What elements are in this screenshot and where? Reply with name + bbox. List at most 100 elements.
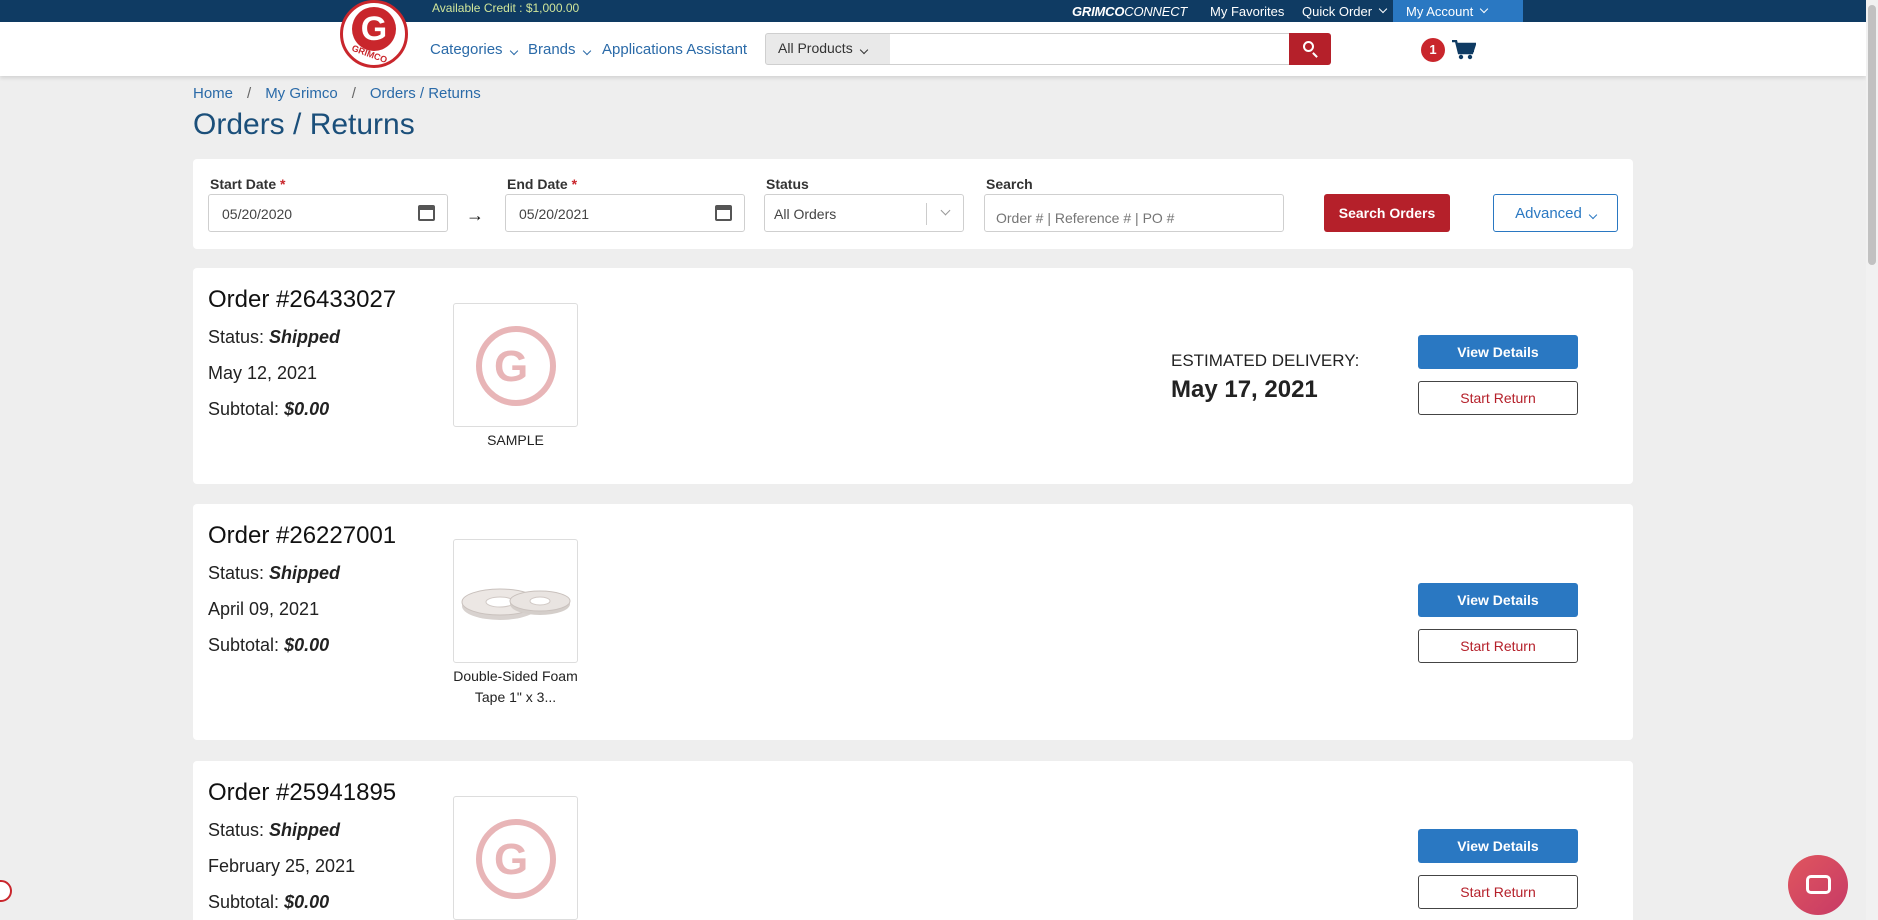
- my-favorites-link[interactable]: My Favorites: [1210, 0, 1284, 22]
- grimco-placeholder-logo: G: [476, 326, 556, 406]
- order-status: Status: Shipped: [208, 327, 340, 348]
- brands-label: Brands: [528, 41, 576, 58]
- chevron-down-icon: [1588, 210, 1598, 219]
- breadcrumb-separator: /: [351, 85, 356, 102]
- subtotal-value: $0.00: [284, 399, 330, 419]
- breadcrumb: Home / My Grimco / Orders / Returns: [193, 85, 481, 102]
- select-divider: [926, 203, 927, 225]
- product-thumbnail[interactable]: G: [453, 303, 578, 427]
- end-date-input[interactable]: 05/20/2021: [505, 194, 745, 232]
- my-account-menu[interactable]: My Account: [1393, 0, 1523, 22]
- chevron-down-icon: [509, 46, 518, 56]
- order-card: Order #25941895 Status: Shipped February…: [193, 761, 1633, 920]
- scrollbar-thumb[interactable]: [1868, 5, 1876, 265]
- order-number[interactable]: Order #26227001: [208, 522, 396, 550]
- product-category-select[interactable]: All Products: [765, 33, 891, 65]
- view-details-button[interactable]: View Details: [1418, 829, 1578, 863]
- start-date-label-text: Start Date: [210, 176, 277, 192]
- subtotal-prefix: Subtotal:: [208, 892, 285, 912]
- calendar-icon[interactable]: [418, 205, 435, 221]
- breadcrumb-separator: /: [247, 85, 252, 102]
- advanced-label: Advanced: [1515, 204, 1582, 222]
- breadcrumb-my-grimco[interactable]: My Grimco: [265, 85, 338, 102]
- brands-menu[interactable]: Brands: [528, 41, 591, 58]
- required-marker: *: [571, 176, 578, 192]
- categories-label: Categories: [430, 41, 503, 58]
- page-title: Orders / Returns: [193, 108, 415, 141]
- logo-letter: G: [494, 835, 529, 884]
- order-date: April 09, 2021: [208, 599, 320, 619]
- order-filter-panel: Start Date * 05/20/2020 → End Date * 05/…: [193, 159, 1633, 249]
- product-thumbnail[interactable]: G: [453, 796, 578, 920]
- order-date: February 25, 2021: [208, 856, 356, 876]
- page-scrollbar[interactable]: [1866, 0, 1878, 920]
- status-label: Status: [766, 176, 809, 192]
- order-subtotal: Subtotal: $0.00: [208, 892, 329, 913]
- start-return-button[interactable]: Start Return: [1418, 875, 1578, 909]
- grimco-connect-link[interactable]: GRIMCO CONNECT: [1072, 0, 1187, 22]
- grimco-logo[interactable]: G GRIMCO: [340, 0, 408, 68]
- order-number[interactable]: Order #26433027: [208, 286, 396, 314]
- cart-icon[interactable]: [1452, 40, 1476, 60]
- search-orders-button[interactable]: Search Orders: [1324, 194, 1450, 232]
- product-search-input[interactable]: [890, 33, 1290, 65]
- order-status: Status: Shipped: [208, 563, 340, 584]
- product-search-button[interactable]: [1289, 33, 1331, 65]
- arrow-right-icon: →: [466, 205, 484, 225]
- status-value: Shipped: [269, 820, 341, 840]
- end-date-label-text: End Date: [507, 176, 568, 192]
- chevron-down-icon: [1479, 4, 1489, 14]
- view-details-button[interactable]: View Details: [1418, 335, 1578, 369]
- brand-light-text: CONNECT: [1124, 3, 1188, 19]
- status-value: Shipped: [269, 327, 341, 347]
- estimated-delivery-date: May 17, 2021: [1171, 376, 1318, 403]
- grimco-placeholder-logo: G: [476, 819, 556, 899]
- estimated-delivery-label: ESTIMATED DELIVERY:: [1171, 351, 1360, 370]
- available-credit: Available Credit : $1,000.00: [432, 1, 580, 15]
- start-return-button[interactable]: Start Return: [1418, 381, 1578, 415]
- status-prefix: Status:: [208, 820, 270, 840]
- chat-launcher-button[interactable]: [1788, 855, 1848, 915]
- brand-bold-text: GRIMCO: [1072, 3, 1125, 19]
- advanced-search-button[interactable]: Advanced: [1493, 194, 1618, 232]
- status-select[interactable]: All Orders: [764, 194, 964, 232]
- breadcrumb-orders-returns[interactable]: Orders / Returns: [370, 85, 481, 102]
- calendar-icon[interactable]: [715, 205, 732, 221]
- start-date-input[interactable]: 05/20/2020: [208, 194, 448, 232]
- product-caption: SAMPLE: [487, 432, 544, 448]
- subtotal-value: $0.00: [284, 892, 330, 912]
- required-marker: *: [280, 176, 286, 192]
- status-value: Shipped: [269, 563, 341, 583]
- subtotal-value: $0.00: [284, 635, 330, 655]
- cart-count-badge: 1: [1421, 38, 1445, 62]
- search-icon: [1303, 41, 1314, 52]
- foam-tape-image: [461, 588, 571, 620]
- categories-menu[interactable]: Categories: [430, 41, 518, 58]
- view-details-button[interactable]: View Details: [1418, 583, 1578, 617]
- status-prefix: Status:: [208, 327, 270, 347]
- end-date-label: End Date *: [507, 176, 577, 192]
- product-caption: Double-Sided Foam Tape 1" x 3...: [453, 668, 578, 705]
- order-search-input[interactable]: [984, 194, 1284, 232]
- order-date: May 12, 2021: [208, 363, 318, 383]
- chevron-down-icon: [859, 45, 868, 55]
- end-date-value: 05/20/2021: [519, 206, 590, 222]
- product-select-value: All Products: [778, 40, 853, 56]
- product-thumbnail[interactable]: [453, 539, 578, 663]
- order-number[interactable]: Order #25941895: [208, 779, 396, 807]
- order-subtotal: Subtotal: $0.00: [208, 399, 329, 420]
- chat-bubble-icon: [1806, 875, 1831, 894]
- chevron-down-icon: [940, 205, 951, 216]
- search-label: Search: [986, 176, 1033, 192]
- applications-assistant-link[interactable]: Applications Assistant: [602, 41, 747, 58]
- quick-order-menu[interactable]: Quick Order: [1302, 0, 1388, 22]
- quick-order-label: Quick Order: [1302, 3, 1373, 19]
- my-account-label: My Account: [1406, 3, 1474, 19]
- order-card: Order #26433027 Status: Shipped May 12, …: [193, 268, 1633, 484]
- logo-letter: G: [494, 342, 529, 391]
- breadcrumb-home[interactable]: Home: [193, 85, 233, 102]
- start-date-value: 05/20/2020: [222, 206, 293, 222]
- top-utility-bar: Available Credit : $1,000.00 GRIMCO CONNE…: [0, 0, 1866, 22]
- accessibility-icon[interactable]: [0, 880, 12, 902]
- start-return-button[interactable]: Start Return: [1418, 629, 1578, 663]
